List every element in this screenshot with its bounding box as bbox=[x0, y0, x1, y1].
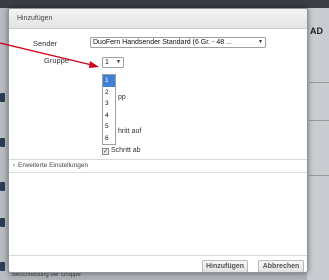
annotation-arrow-icon bbox=[0, 42, 99, 68]
